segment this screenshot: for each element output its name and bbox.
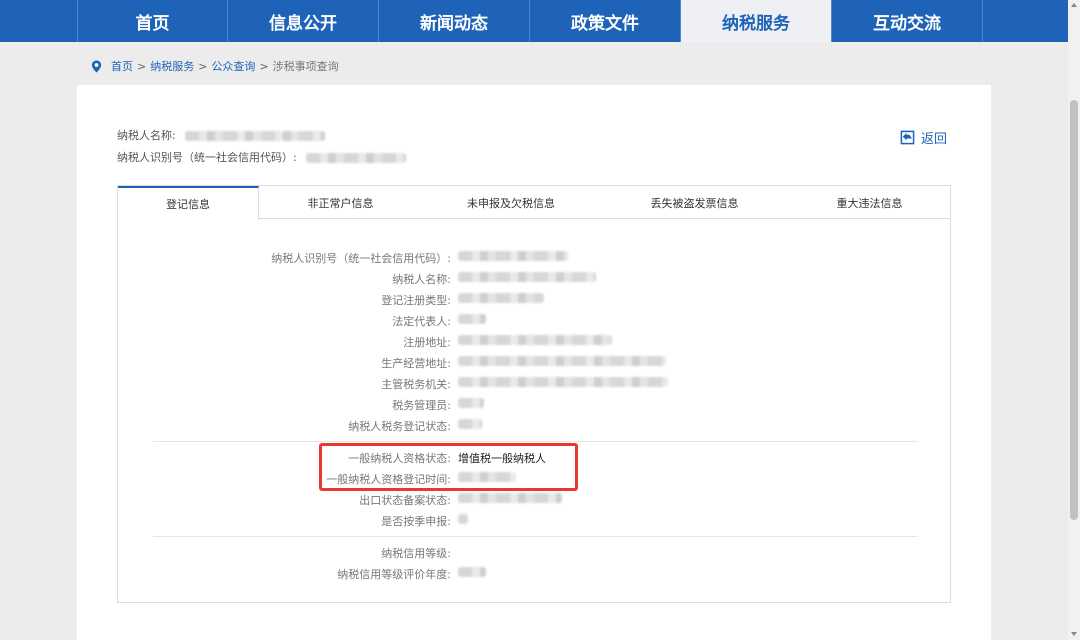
vertical-scrollbar[interactable] [1068,0,1080,640]
back-arrow-icon [900,130,915,145]
tab-abnormal[interactable]: 非正常户信息 [259,186,422,219]
field-row: 主管税务机关: [118,372,950,393]
field-label: 注册地址: [403,336,451,349]
field-row: 是否按季申报: [118,509,950,530]
field-label: 纳税人识别号（统一社会信用代码）: [271,252,451,265]
field-row: 登记注册类型: [118,288,950,309]
tab-lost-invoices[interactable]: 丢失被盗发票信息 [600,186,789,219]
breadcrumb-separator: > [259,59,269,73]
breadcrumb-current: 涉税事项查询 [272,60,339,73]
tab-container: 登记信息 非正常户信息 未申报及欠税信息 丢失被盗发票信息 重大违法信息 纳税人… [117,185,951,603]
scroll-down-icon[interactable] [1071,632,1077,636]
field-label: 税务管理员: [392,399,451,412]
back-label: 返回 [921,132,948,147]
redacted-value [306,153,407,163]
breadcrumb-tax-service[interactable]: 纳税服务 [150,58,194,74]
field-row: 纳税人识别号（统一社会信用代码）: [118,246,950,267]
scroll-thumb[interactable] [1070,100,1078,520]
nav-tab-news[interactable]: 新闻动态 [379,0,530,42]
field-row: 纳税信用等级: [118,541,950,562]
breadcrumb-separator: > [137,59,147,73]
breadcrumb-home[interactable]: 首页 [111,58,133,74]
breadcrumb-separator: > [198,59,208,73]
field-label: 主管税务机关: [381,378,451,391]
redacted-value [458,251,568,261]
field-label: 纳税信用等级: [381,547,451,560]
redacted-value [458,493,562,503]
field-row: 出口状态备案状态: [118,488,950,509]
field-row: 纳税人名称: [118,267,950,288]
field-label: 纳税信用等级评价年度: [337,568,451,581]
redacted-value [185,131,326,141]
nav-tab-home[interactable]: 首页 [77,0,228,42]
field-row: 生产经营地址: [118,351,950,372]
redacted-value [458,335,612,345]
redacted-value [458,356,666,366]
field-label: 出口状态备案状态: [359,494,451,507]
redacted-value [458,567,486,577]
nav-tab-info-disclosure[interactable]: 信息公开 [228,0,379,42]
scroll-up-icon[interactable] [1071,3,1077,7]
redacted-value [458,514,468,524]
nav-tab-tax-service[interactable]: 纳税服务 [681,0,832,42]
redacted-value [458,272,596,282]
taxpayer-name-label: 纳税人名称: [117,129,176,142]
field-label: 纳税人税务登记状态: [348,420,451,433]
redacted-value [458,377,668,387]
section-divider [153,441,917,442]
field-label: 法定代表人: [392,315,451,328]
section-divider [153,536,917,537]
nav-tab-policy[interactable]: 政策文件 [530,0,681,42]
tab-bar: 登记信息 非正常户信息 未申报及欠税信息 丢失被盗发票信息 重大违法信息 [118,186,950,220]
location-pin-icon [91,59,102,73]
tab-registration[interactable]: 登记信息 [118,186,259,220]
field-row: 法定代表人: [118,309,950,330]
taxpayer-id-label: 纳税人识别号（统一社会信用代码）: [117,151,297,164]
tab-unfiled-arrears[interactable]: 未申报及欠税信息 [422,186,600,219]
field-label: 纳税人名称: [392,273,451,286]
redacted-value [458,314,486,324]
main-panel: 纳税人名称: 纳税人识别号（统一社会信用代码）: 返回 登记信息 非正常户信息 … [77,85,991,640]
redacted-value [458,398,484,408]
tab-major-violations[interactable]: 重大违法信息 [789,186,950,219]
field-row: 注册地址: [118,330,950,351]
highlight-box [319,443,578,491]
field-label: 登记注册类型: [381,294,451,307]
top-nav: 首页 信息公开 新闻动态 政策文件 纳税服务 互动交流 [0,0,1068,42]
redacted-value [458,293,544,303]
taxpayer-name-line: 纳税人名称: [117,127,326,143]
field-label: 生产经营地址: [381,357,451,370]
nav-tab-interaction[interactable]: 互动交流 [832,0,983,42]
taxpayer-id-line: 纳税人识别号（统一社会信用代码）: [117,149,407,165]
field-row: 纳税人税务登记状态: [118,414,950,435]
field-row: 税务管理员: [118,393,950,414]
field-row: 纳税信用等级评价年度: [118,562,950,583]
back-button[interactable]: 返回 [900,128,947,147]
breadcrumb: 首页 > 纳税服务 > 公众查询 > 涉税事项查询 [90,58,339,74]
field-label: 是否按季申报: [381,515,451,528]
redacted-value [458,419,482,429]
breadcrumb-public-query[interactable]: 公众查询 [211,58,255,74]
